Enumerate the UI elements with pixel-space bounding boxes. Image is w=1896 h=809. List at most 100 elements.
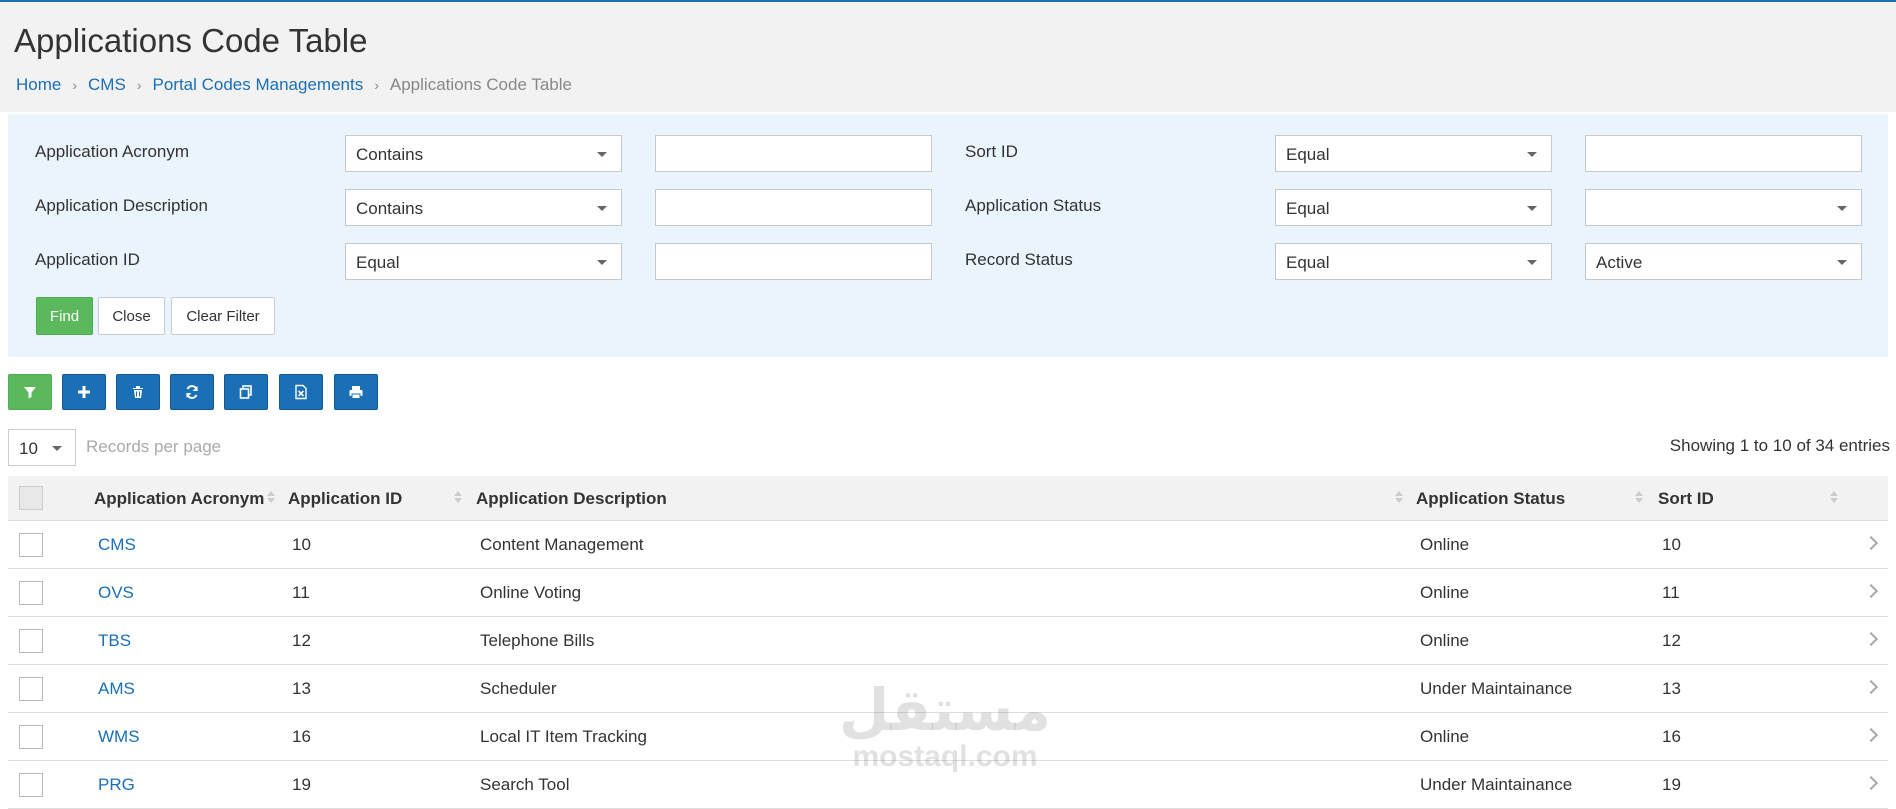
cell-application-acronym[interactable]: PRG bbox=[98, 775, 135, 795]
cell-application-description: Scheduler bbox=[480, 679, 557, 698]
breadcrumb-portal-codes[interactable]: Portal Codes Managements bbox=[152, 75, 363, 95]
application-id-operator-select[interactable]: Equal bbox=[345, 243, 622, 280]
row-checkbox[interactable] bbox=[19, 533, 43, 557]
cell-sort-id: 19 bbox=[1662, 775, 1681, 794]
chevron-down-icon bbox=[1527, 206, 1537, 211]
cell-sort-id: 16 bbox=[1662, 727, 1681, 746]
add-button[interactable] bbox=[62, 374, 106, 410]
sort-icon[interactable] bbox=[1830, 491, 1838, 505]
table-header: Application Acronym Application ID Appli… bbox=[8, 476, 1888, 521]
breadcrumb-home[interactable]: Home bbox=[16, 75, 61, 95]
cell-sort-id: 12 bbox=[1662, 631, 1681, 650]
cell-application-description: Local IT Item Tracking bbox=[480, 727, 647, 746]
record-status-value-select[interactable]: Active bbox=[1585, 243, 1862, 280]
filter-panel: Application Acronym Contains Sort ID Equ… bbox=[8, 114, 1888, 357]
sort-id-operator-select[interactable]: Equal bbox=[1275, 135, 1552, 172]
filter-toggle-button[interactable] bbox=[8, 374, 52, 410]
table-row[interactable]: CMS 10 Content Management Online 10 bbox=[8, 521, 1888, 569]
application-status-value-select[interactable] bbox=[1585, 189, 1862, 226]
cell-application-description: Search Tool bbox=[480, 775, 570, 794]
cell-application-acronym[interactable]: OVS bbox=[98, 583, 134, 603]
cell-application-status: Online bbox=[1420, 631, 1470, 650]
sort-id-input[interactable] bbox=[1585, 135, 1862, 172]
entries-info: Showing 1 to 10 of 34 entries bbox=[1669, 436, 1890, 455]
cell-application-status: Online bbox=[1420, 727, 1470, 746]
row-checkbox[interactable] bbox=[19, 581, 43, 605]
export-excel-button[interactable] bbox=[279, 374, 323, 410]
cell-sort-id: 10 bbox=[1662, 535, 1681, 554]
record-status-operator-select[interactable]: Equal bbox=[1275, 243, 1552, 280]
chevron-down-icon bbox=[597, 260, 607, 265]
application-description-operator-select[interactable]: Contains bbox=[345, 189, 622, 226]
chevron-down-icon bbox=[52, 446, 62, 451]
cell-application-status: Under Maintainance bbox=[1420, 679, 1573, 698]
cell-application-id: 13 bbox=[292, 679, 311, 698]
select-value: Equal bbox=[1286, 199, 1330, 218]
cell-application-description: Telephone Bills bbox=[480, 631, 595, 650]
select-value: 10 bbox=[19, 439, 38, 458]
application-status-operator-select[interactable]: Equal bbox=[1275, 189, 1552, 226]
chevron-right-icon[interactable] bbox=[1863, 535, 1879, 551]
breadcrumb-separator-icon: › bbox=[72, 77, 78, 93]
clear-filter-button[interactable]: Clear Filter bbox=[171, 297, 275, 335]
applications-table: Application Acronym Application ID Appli… bbox=[8, 476, 1888, 809]
select-value: Contains bbox=[356, 145, 424, 164]
chevron-right-icon[interactable] bbox=[1863, 727, 1879, 743]
close-button[interactable]: Close bbox=[98, 297, 165, 335]
chevron-right-icon[interactable] bbox=[1863, 583, 1879, 599]
row-checkbox[interactable] bbox=[19, 725, 43, 749]
application-acronym-input[interactable] bbox=[655, 135, 932, 172]
cell-application-acronym[interactable]: WMS bbox=[98, 727, 140, 747]
column-header-application-status[interactable]: Application Status bbox=[1416, 489, 1565, 509]
sort-icon[interactable] bbox=[1635, 491, 1643, 505]
select-value: Equal bbox=[356, 253, 400, 272]
application-description-input[interactable] bbox=[655, 189, 932, 226]
chevron-right-icon[interactable] bbox=[1863, 631, 1879, 647]
sort-icon[interactable] bbox=[267, 491, 275, 505]
cell-application-acronym[interactable]: CMS bbox=[98, 535, 136, 555]
application-id-input[interactable] bbox=[655, 243, 932, 280]
table-row[interactable]: AMS 13 Scheduler Under Maintainance 13 bbox=[8, 665, 1888, 713]
select-all-checkbox[interactable] bbox=[19, 486, 43, 510]
filter-icon bbox=[24, 387, 36, 399]
refresh-button[interactable] bbox=[170, 374, 214, 410]
row-checkbox[interactable] bbox=[19, 629, 43, 653]
cell-application-status: Online bbox=[1420, 535, 1470, 554]
row-checkbox[interactable] bbox=[19, 677, 43, 701]
chevron-down-icon bbox=[1837, 260, 1847, 265]
cell-application-acronym[interactable]: TBS bbox=[98, 631, 131, 651]
cell-sort-id: 11 bbox=[1662, 583, 1680, 602]
cell-application-description: Online Voting bbox=[480, 583, 582, 602]
breadcrumb-current: Applications Code Table bbox=[389, 75, 572, 94]
records-per-page-select[interactable]: 10 bbox=[8, 429, 76, 466]
row-checkbox[interactable] bbox=[19, 773, 43, 797]
filter-label-application-acronym: Application Acronym bbox=[35, 142, 190, 161]
filter-label-application-id: Application ID bbox=[35, 250, 140, 269]
table-row[interactable]: OVS 11 Online Voting Online 11 bbox=[8, 569, 1888, 617]
print-button[interactable] bbox=[334, 374, 378, 410]
sort-icon[interactable] bbox=[454, 491, 462, 505]
delete-button[interactable] bbox=[116, 374, 160, 410]
chevron-down-icon bbox=[597, 152, 607, 157]
cell-application-acronym[interactable]: AMS bbox=[98, 679, 135, 699]
column-header-sort-id[interactable]: Sort ID bbox=[1658, 489, 1714, 509]
table-row[interactable]: PRG 19 Search Tool Under Maintainance 19 bbox=[8, 761, 1888, 809]
table-row[interactable]: TBS 12 Telephone Bills Online 12 bbox=[8, 617, 1888, 665]
sort-icon[interactable] bbox=[1395, 491, 1403, 505]
chevron-right-icon[interactable] bbox=[1863, 775, 1879, 791]
column-header-application-id[interactable]: Application ID bbox=[288, 489, 402, 509]
chevron-right-icon[interactable] bbox=[1863, 679, 1879, 695]
chevron-down-icon bbox=[1527, 152, 1537, 157]
application-acronym-operator-select[interactable]: Contains bbox=[345, 135, 622, 172]
copy-button[interactable] bbox=[224, 374, 268, 410]
column-header-application-acronym[interactable]: Application Acronym bbox=[94, 489, 264, 509]
breadcrumb-cms[interactable]: CMS bbox=[88, 75, 126, 95]
breadcrumb: Home › CMS › Portal Codes Managements › … bbox=[16, 75, 572, 95]
column-header-application-description[interactable]: Application Description bbox=[476, 489, 667, 509]
cell-sort-id: 13 bbox=[1662, 679, 1681, 698]
filter-label-record-status: Record Status bbox=[965, 250, 1073, 269]
find-button[interactable]: Find bbox=[36, 297, 93, 335]
chevron-down-icon bbox=[1837, 206, 1847, 211]
table-row[interactable]: WMS 16 Local IT Item Tracking Online 16 bbox=[8, 713, 1888, 761]
cell-application-id: 19 bbox=[292, 775, 311, 794]
